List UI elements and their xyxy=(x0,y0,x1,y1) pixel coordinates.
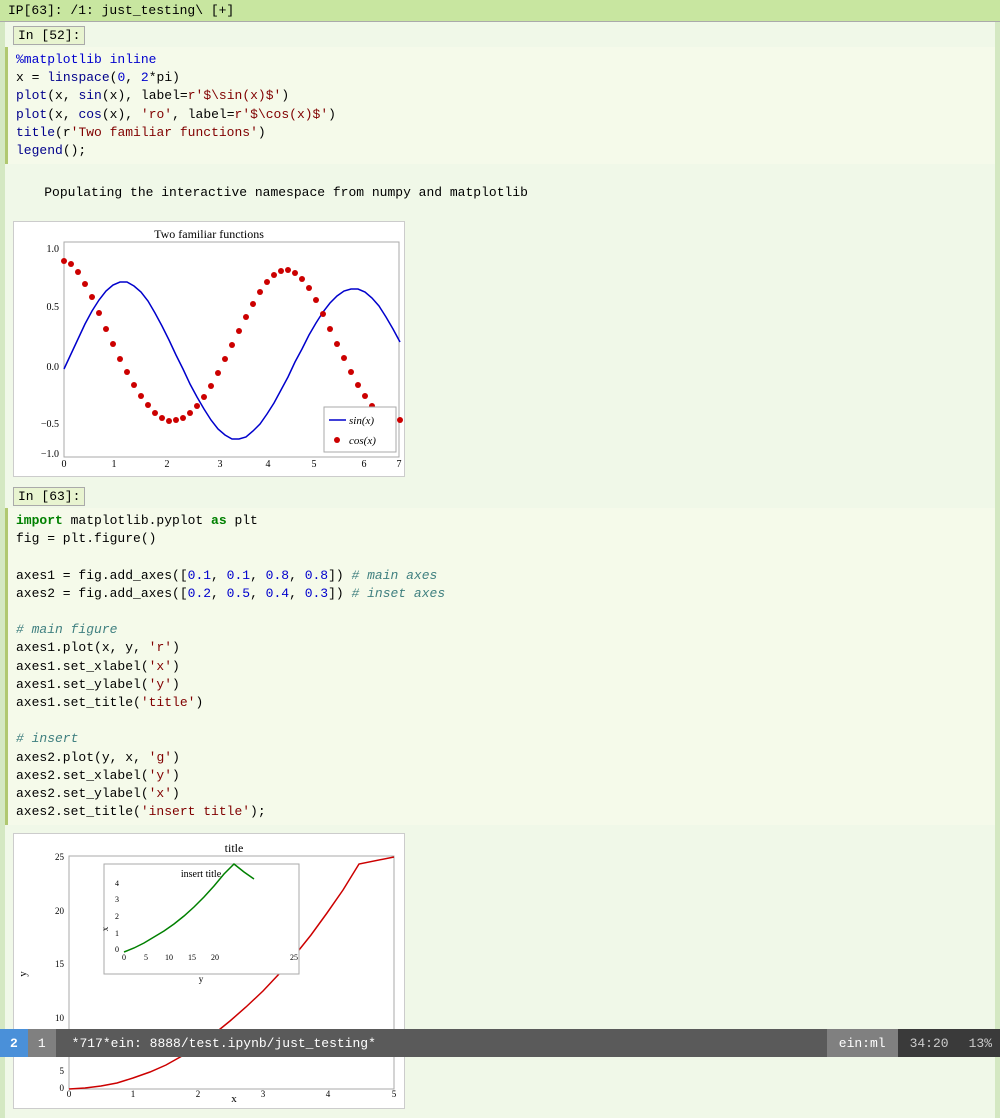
svg-text:−0.5: −0.5 xyxy=(41,419,59,430)
svg-text:3: 3 xyxy=(261,1089,266,1099)
svg-text:0: 0 xyxy=(67,1089,72,1099)
svg-text:1.0: 1.0 xyxy=(47,244,60,255)
cell1-code[interactable]: %matplotlib inline x = linspace(0, 2*pi)… xyxy=(5,47,995,164)
svg-text:7: 7 xyxy=(397,459,402,470)
inset-ylabel: x xyxy=(100,927,110,932)
svg-text:4: 4 xyxy=(266,459,271,470)
svg-text:0: 0 xyxy=(62,459,67,470)
legend-cos-label: cos(x) xyxy=(349,435,376,447)
svg-text:1: 1 xyxy=(115,929,119,938)
svg-text:15: 15 xyxy=(188,953,196,962)
svg-text:6: 6 xyxy=(362,459,367,470)
title-text: IP[63]: /1: just_testing\ [+] xyxy=(8,3,234,18)
status-bufnum: 717 xyxy=(79,1036,102,1051)
plot1-svg: Two familiar functions 1.0 0.5 0.0 −0.5 … xyxy=(14,222,404,472)
svg-text:15: 15 xyxy=(55,959,65,969)
inset-xlabel: y xyxy=(199,974,204,984)
notebook: In [52]: %matplotlib inline x = linspace… xyxy=(5,22,995,1118)
status-pct-text: 13% xyxy=(969,1036,992,1051)
plot1-title: Two familiar functions xyxy=(154,227,264,241)
svg-text:10: 10 xyxy=(55,1013,65,1023)
plot2-title: title xyxy=(225,841,244,855)
inset-region xyxy=(104,864,299,974)
plot1-container: Two familiar functions 1.0 0.5 0.0 −0.5 … xyxy=(13,221,405,477)
cell2-label[interactable]: In [63]: xyxy=(13,487,85,506)
svg-text:4: 4 xyxy=(326,1089,331,1099)
status-mode-text: ein:ml xyxy=(827,1029,898,1057)
svg-text:0.5: 0.5 xyxy=(47,302,60,313)
cell1-label[interactable]: In [52]: xyxy=(13,26,85,45)
svg-text:5: 5 xyxy=(312,459,317,470)
svg-text:1: 1 xyxy=(112,459,117,470)
inset-title: insert title xyxy=(181,869,222,880)
svg-text:2: 2 xyxy=(196,1089,201,1099)
svg-text:0: 0 xyxy=(115,945,119,954)
legend-sin-label: sin(x) xyxy=(349,415,374,427)
status-mode-gray: 1 xyxy=(28,1029,56,1057)
svg-text:5: 5 xyxy=(392,1089,397,1099)
svg-text:2: 2 xyxy=(165,459,170,470)
svg-text:0: 0 xyxy=(122,953,126,962)
status-position: 34:20 xyxy=(898,1029,961,1057)
svg-text:2: 2 xyxy=(115,912,119,921)
svg-text:20: 20 xyxy=(211,953,219,962)
svg-text:25: 25 xyxy=(55,852,65,862)
svg-text:5: 5 xyxy=(60,1066,65,1076)
status-indicator: * xyxy=(72,1036,80,1051)
cell2-code[interactable]: import matplotlib.pyplot as plt fig = pl… xyxy=(5,508,995,825)
status-percent: 13% xyxy=(961,1029,1000,1057)
status-num2: 1 xyxy=(38,1036,46,1051)
status-filename: * 717 *ein: 8888/test.ipynb/just_testing… xyxy=(56,1029,827,1057)
svg-text:0.0: 0.0 xyxy=(47,362,60,373)
status-mode-label: ein:ml xyxy=(839,1036,886,1051)
status-pos-text: 34:20 xyxy=(910,1036,949,1051)
svg-text:0: 0 xyxy=(60,1083,65,1093)
cell1-output-text: Populating the interactive namespace fro… xyxy=(5,168,995,217)
plot2-container: title y x 25 20 15 10 5 0 0 1 2 3 4 5 xyxy=(13,833,405,1109)
svg-text:−1.0: −1.0 xyxy=(41,449,59,460)
svg-text:10: 10 xyxy=(165,953,173,962)
plot2-ylabel: y xyxy=(17,971,29,977)
plot2-xlabel: x xyxy=(231,1093,237,1104)
cell1-header: In [52]: xyxy=(5,22,995,47)
svg-text:20: 20 xyxy=(55,906,65,916)
status-num1: 2 xyxy=(10,1036,18,1051)
plot2-svg: title y x 25 20 15 10 5 0 0 1 2 3 4 5 xyxy=(14,834,404,1104)
svg-text:3: 3 xyxy=(218,459,223,470)
svg-text:3: 3 xyxy=(115,895,119,904)
title-bar: IP[63]: /1: just_testing\ [+] xyxy=(0,0,1000,22)
svg-text:4: 4 xyxy=(115,879,119,888)
svg-text:25: 25 xyxy=(290,953,298,962)
status-file: *ein: 8888/test.ipynb/just_testing* xyxy=(103,1036,376,1051)
status-mode-blue: 2 xyxy=(0,1029,28,1057)
svg-text:1: 1 xyxy=(131,1089,136,1099)
cell2-header: In [63]: xyxy=(5,481,995,508)
status-bar: 2 1 * 717 *ein: 8888/test.ipynb/just_tes… xyxy=(0,1029,1000,1057)
legend-cos-dot xyxy=(334,437,340,443)
svg-text:5: 5 xyxy=(144,953,148,962)
